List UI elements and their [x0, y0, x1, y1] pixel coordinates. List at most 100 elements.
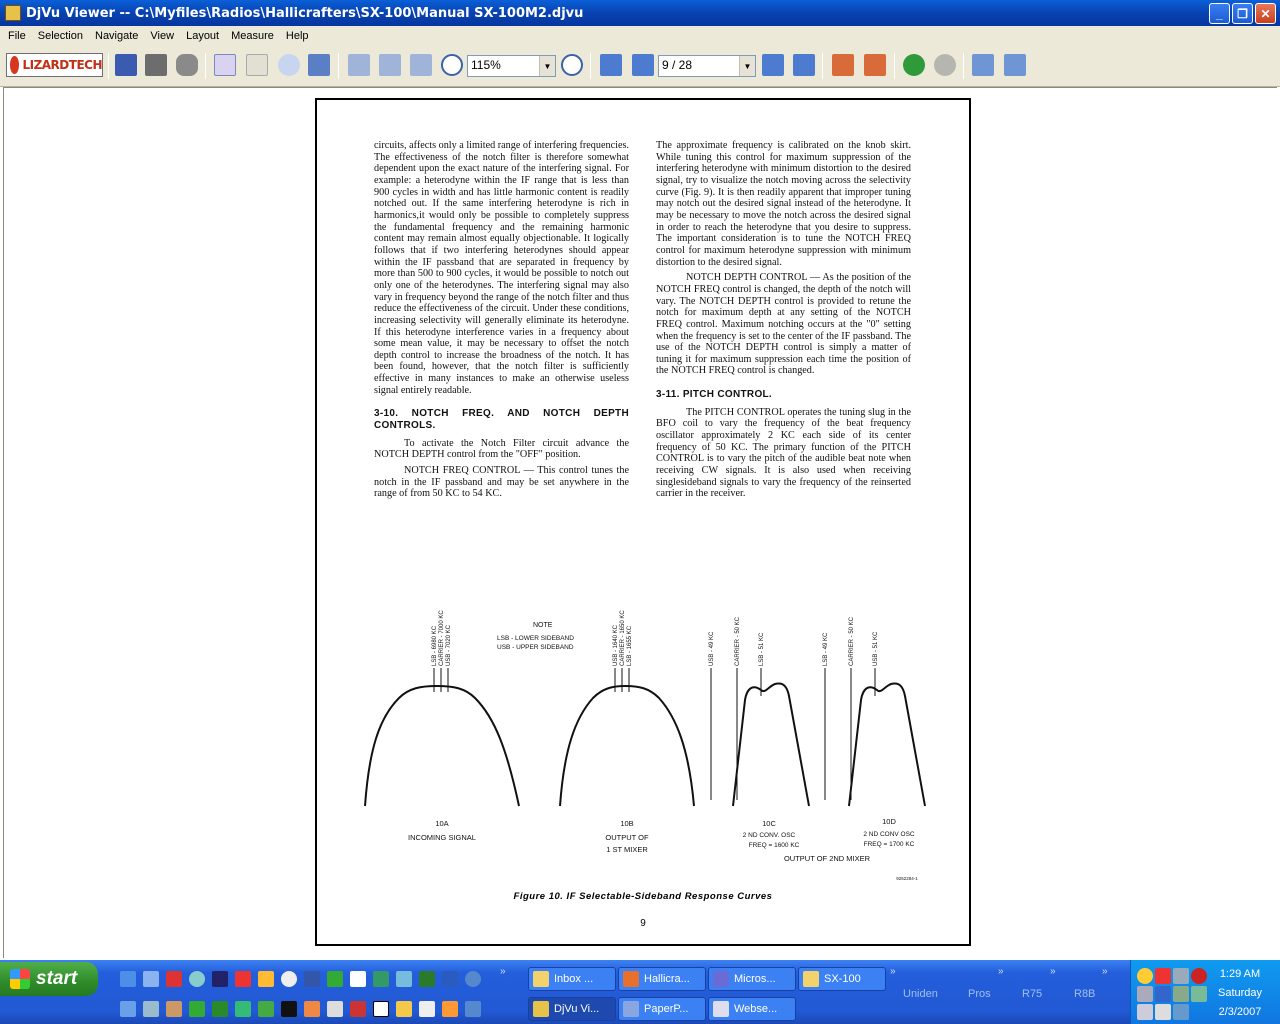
acrobat-icon[interactable]: [166, 971, 182, 987]
print-icon[interactable]: [145, 54, 167, 76]
start-button[interactable]: start: [0, 962, 98, 996]
quicklaunch-icon[interactable]: [189, 971, 205, 987]
tray-icon[interactable]: [1173, 986, 1189, 1002]
deskband-pros[interactable]: Pros: [968, 988, 991, 1000]
actual-size-icon[interactable]: [410, 54, 432, 76]
quicklaunch-icon[interactable]: [327, 1001, 343, 1017]
quicklaunch-icon[interactable]: [258, 1001, 274, 1017]
deskband-r75[interactable]: R75: [1022, 988, 1042, 1000]
task-hallicrafters[interactable]: Hallicra...: [618, 967, 706, 991]
quicklaunch-icon[interactable]: [281, 971, 297, 987]
word-icon[interactable]: [442, 971, 458, 987]
task-sx100[interactable]: SX-100: [798, 967, 886, 991]
tray-icon[interactable]: [1155, 968, 1171, 984]
rotate-right-icon[interactable]: [864, 54, 886, 76]
menu-file[interactable]: File: [2, 30, 32, 42]
quicklaunch-icon[interactable]: [120, 1001, 136, 1017]
save-icon[interactable]: [115, 54, 137, 76]
toolbar-separator: [894, 53, 895, 79]
quicklaunch-icon[interactable]: [258, 971, 274, 987]
forward-icon[interactable]: [934, 54, 956, 76]
quicklaunch-icon[interactable]: [373, 971, 389, 987]
first-page-icon[interactable]: [600, 54, 622, 76]
hand-pan-icon[interactable]: [214, 54, 236, 76]
task-djvu-viewer[interactable]: DjVu Vi...: [528, 997, 616, 1021]
quicklaunch-icon[interactable]: [465, 1001, 481, 1017]
quicklaunch-icon[interactable]: [212, 971, 228, 987]
task-webse[interactable]: Webse...: [708, 997, 796, 1021]
single-page-view-icon[interactable]: [972, 54, 994, 76]
folder-icon[interactable]: [396, 1001, 412, 1017]
find-binoculars-icon[interactable]: [176, 54, 198, 76]
tray-icon[interactable]: [1155, 986, 1171, 1002]
menu-navigate[interactable]: Navigate: [89, 30, 144, 42]
page-combo[interactable]: 9 / 28 ▼: [658, 55, 756, 77]
speaker-icon[interactable]: [1155, 1004, 1171, 1020]
quicklaunch-icon[interactable]: [166, 1001, 182, 1017]
network-icon[interactable]: [1173, 1004, 1189, 1020]
tray-icon[interactable]: [1191, 968, 1207, 984]
quicklaunch-icon[interactable]: [465, 971, 481, 987]
chevron-down-icon[interactable]: ▼: [539, 56, 555, 76]
excel-icon[interactable]: [212, 1001, 228, 1017]
marquee-zoom-icon[interactable]: [308, 54, 330, 76]
djvu-app-icon[interactable]: [5, 5, 21, 21]
task-micros[interactable]: Micros...: [708, 967, 796, 991]
previous-page-icon[interactable]: [632, 54, 654, 76]
text-select-icon[interactable]: [246, 54, 268, 76]
task-inbox[interactable]: Inbox ...: [528, 967, 616, 991]
menu-view[interactable]: View: [144, 30, 180, 42]
chevron-more-icon[interactable]: »: [1102, 966, 1108, 977]
quicklaunch-icon[interactable]: [350, 1001, 366, 1017]
next-page-icon[interactable]: [762, 54, 784, 76]
lizardtech-logo[interactable]: LIZARDTECH: [6, 53, 103, 77]
fit-page-icon[interactable]: [348, 54, 370, 76]
tray-icon[interactable]: [1137, 1004, 1153, 1020]
quicklaunch-icon[interactable]: [373, 1001, 389, 1017]
zoom-tool-icon[interactable]: [278, 54, 300, 76]
tray-icon[interactable]: [1173, 968, 1189, 984]
quicklaunch-icon[interactable]: [304, 1001, 320, 1017]
rotate-left-icon[interactable]: [832, 54, 854, 76]
chevron-more-icon[interactable]: »: [500, 966, 506, 977]
quicklaunch-icon[interactable]: [419, 1001, 435, 1017]
thumbnails-view-icon[interactable]: [1004, 54, 1026, 76]
excel-icon[interactable]: [419, 971, 435, 987]
chevron-more-icon[interactable]: »: [998, 966, 1004, 977]
chevron-down-icon[interactable]: ▼: [739, 56, 755, 76]
quicklaunch-icon[interactable]: [396, 971, 412, 987]
excel-icon[interactable]: [189, 1001, 205, 1017]
maximize-button[interactable]: ❐: [1232, 3, 1253, 24]
back-icon[interactable]: [903, 54, 925, 76]
tray-icon[interactable]: [1191, 986, 1207, 1002]
quicklaunch-icon[interactable]: [281, 1001, 297, 1017]
fit-width-icon[interactable]: [379, 54, 401, 76]
deskband-uniden[interactable]: Uniden: [903, 988, 938, 1000]
close-button[interactable]: ✕: [1255, 3, 1276, 24]
zoom-out-icon[interactable]: [561, 54, 583, 76]
menu-layout[interactable]: Layout: [180, 30, 225, 42]
quicklaunch-icon[interactable]: [120, 971, 136, 987]
task-paperport[interactable]: PaperP...: [618, 997, 706, 1021]
deskband-r8b[interactable]: R8B: [1074, 988, 1095, 1000]
quicklaunch-icon[interactable]: [235, 971, 251, 987]
menu-measure[interactable]: Measure: [225, 30, 280, 42]
quicklaunch-icon[interactable]: [442, 1001, 458, 1017]
last-page-icon[interactable]: [793, 54, 815, 76]
quicklaunch-icon[interactable]: [235, 1001, 251, 1017]
chevron-more-icon[interactable]: »: [1050, 966, 1056, 977]
quicklaunch-icon[interactable]: [143, 971, 159, 987]
tray-icon[interactable]: [1137, 968, 1153, 984]
menu-help[interactable]: Help: [280, 30, 315, 42]
tray-icon[interactable]: [1137, 986, 1153, 1002]
minimize-button[interactable]: _: [1209, 3, 1230, 24]
quicklaunch-icon[interactable]: [143, 1001, 159, 1017]
chevron-more-icon[interactable]: »: [890, 966, 896, 977]
menu-selection[interactable]: Selection: [32, 30, 89, 42]
zoom-combo[interactable]: 115% ▼: [467, 55, 556, 77]
quicklaunch-icon[interactable]: [327, 971, 343, 987]
clock-time[interactable]: 1:29 AM: [1210, 968, 1270, 980]
quicklaunch-icon[interactable]: [350, 971, 366, 987]
zoom-in-icon[interactable]: [441, 54, 463, 76]
ftp-icon[interactable]: [304, 971, 320, 987]
